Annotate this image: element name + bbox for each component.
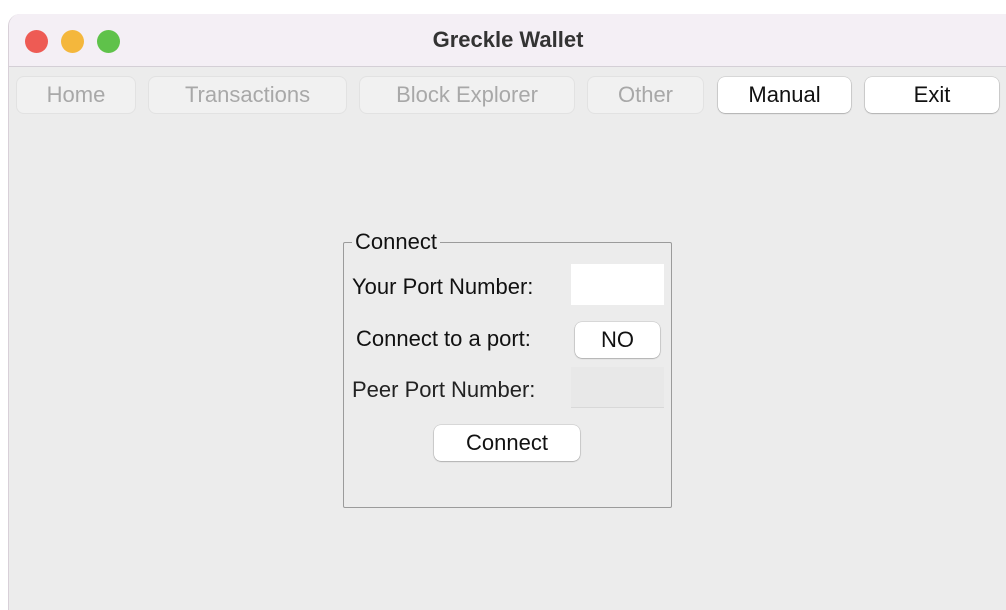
nav-manual-button[interactable]: Manual xyxy=(718,77,851,113)
window-title: Greckle Wallet xyxy=(432,27,584,52)
peer-port-input xyxy=(571,367,664,408)
connect-button[interactable]: Connect xyxy=(434,425,580,461)
nav-block-explorer-button: Block Explorer xyxy=(360,77,574,113)
nav-exit-button[interactable]: Exit xyxy=(865,77,999,113)
nav-home-button: Home xyxy=(17,77,135,113)
connect-group-legend: Connect xyxy=(352,229,440,255)
peer-port-label: Peer Port Number: xyxy=(352,377,536,402)
connect-to-port-label: Connect to a port: xyxy=(356,326,531,351)
title-bar: Greckle Wallet xyxy=(9,14,1006,67)
your-port-label: Your Port Number: xyxy=(352,274,534,299)
nav-transactions-button: Transactions xyxy=(149,77,346,113)
connect-to-port-toggle-button[interactable]: NO xyxy=(575,322,660,358)
app-window: Greckle Wallet Home Transactions Block E… xyxy=(8,14,1006,610)
your-port-input[interactable] xyxy=(571,264,664,305)
nav-other-button: Other xyxy=(588,77,703,113)
main-content: Home Transactions Block Explorer Other M… xyxy=(9,67,1006,610)
